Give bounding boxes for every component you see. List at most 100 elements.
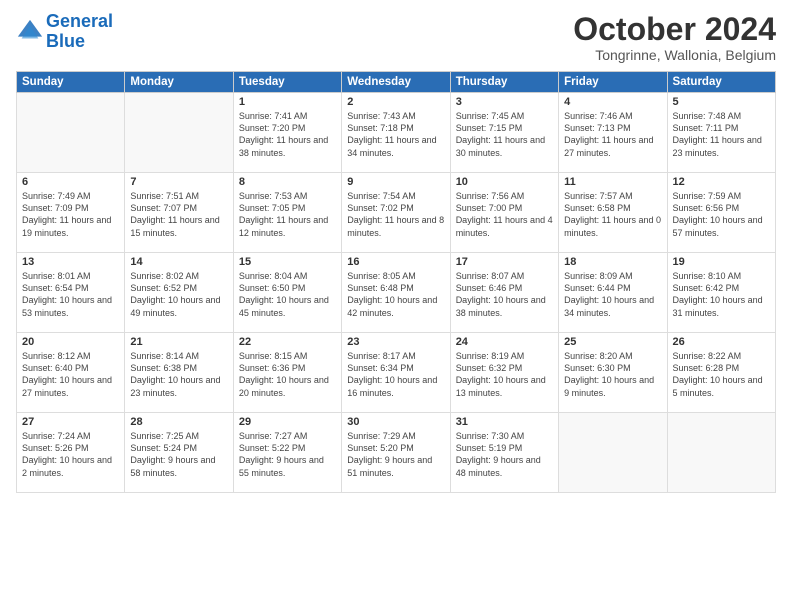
day-number: 19 [673,256,770,268]
day-cell: 3 Sunrise: 7:45 AM Sunset: 7:15 PM Daylig… [450,93,558,173]
day-cell [125,93,233,173]
day-number: 4 [564,96,661,108]
day-number: 11 [564,176,661,188]
day-cell: 10 Sunrise: 7:56 AM Sunset: 7:00 PM Dayli… [450,173,558,253]
day-cell: 8 Sunrise: 7:53 AM Sunset: 7:05 PM Daylig… [233,173,341,253]
day-info: Sunrise: 7:43 AM Sunset: 7:18 PM Dayligh… [347,110,444,159]
day-cell: 30Sunrise: 7:29 AM Sunset: 5:20 PM Dayli… [342,413,450,493]
day-cell: 1 Sunrise: 7:41 AM Sunset: 7:20 PM Daylig… [233,93,341,173]
location: Tongrinne, Wallonia, Belgium [573,47,776,63]
header-row: SundayMondayTuesdayWednesdayThursdayFrid… [17,72,776,93]
week-row-4: 20Sunrise: 8:12 AM Sunset: 6:40 PM Dayli… [17,333,776,413]
day-cell [17,93,125,173]
day-number: 13 [22,256,119,268]
day-info: Sunrise: 7:57 AM Sunset: 6:58 PM Dayligh… [564,190,661,239]
day-info: Sunrise: 8:20 AM Sunset: 6:30 PM Dayligh… [564,350,661,399]
day-cell: 15 Sunrise: 8:04 AM Sunset: 6:50 PM Dayli… [233,253,341,333]
day-info: Sunrise: 7:27 AM Sunset: 5:22 PM Dayligh… [239,430,336,479]
day-cell [559,413,667,493]
day-number: 23 [347,336,444,348]
day-number: 27 [22,416,119,428]
day-cell: 26 Sunrise: 8:22 AM Sunset: 6:28 PM Dayli… [667,333,775,413]
day-cell: 24Sunrise: 8:19 AM Sunset: 6:32 PM Dayli… [450,333,558,413]
week-row-2: 6Sunrise: 7:49 AM Sunset: 7:09 PM Daylig… [17,173,776,253]
day-info: Sunrise: 8:12 AM Sunset: 6:40 PM Dayligh… [22,350,119,399]
col-header-sunday: Sunday [17,72,125,93]
day-info: Sunrise: 7:25 AM Sunset: 5:24 PM Dayligh… [130,430,227,479]
logo-blue: Blue [46,31,85,51]
day-number: 2 [347,96,444,108]
day-info: Sunrise: 8:10 AM Sunset: 6:42 PM Dayligh… [673,270,770,319]
day-info: Sunrise: 7:41 AM Sunset: 7:20 PM Dayligh… [239,110,336,159]
day-info: Sunrise: 8:05 AM Sunset: 6:48 PM Dayligh… [347,270,444,319]
day-number: 26 [673,336,770,348]
day-number: 1 [239,96,336,108]
day-info: Sunrise: 7:53 AM Sunset: 7:05 PM Dayligh… [239,190,336,239]
logo-general: General [46,11,113,31]
day-info: Sunrise: 7:59 AM Sunset: 6:56 PM Dayligh… [673,190,770,239]
day-info: Sunrise: 8:17 AM Sunset: 6:34 PM Dayligh… [347,350,444,399]
day-cell: 7 Sunrise: 7:51 AM Sunset: 7:07 PM Daylig… [125,173,233,253]
day-number: 14 [130,256,227,268]
day-info: Sunrise: 7:24 AM Sunset: 5:26 PM Dayligh… [22,430,119,479]
day-cell: 31 Sunrise: 7:30 AM Sunset: 5:19 PM Dayli… [450,413,558,493]
header: General Blue October 2024 Tongrinne, Wal… [16,12,776,63]
day-number: 15 [239,256,336,268]
day-info: Sunrise: 8:02 AM Sunset: 6:52 PM Dayligh… [130,270,227,319]
day-number: 10 [456,176,553,188]
day-cell: 22Sunrise: 8:15 AM Sunset: 6:36 PM Dayli… [233,333,341,413]
day-info: Sunrise: 7:29 AM Sunset: 5:20 PM Dayligh… [347,430,444,479]
day-info: Sunrise: 7:30 AM Sunset: 5:19 PM Dayligh… [456,430,553,479]
day-info: Sunrise: 8:09 AM Sunset: 6:44 PM Dayligh… [564,270,661,319]
week-row-3: 13Sunrise: 8:01 AM Sunset: 6:54 PM Dayli… [17,253,776,333]
day-cell: 13Sunrise: 8:01 AM Sunset: 6:54 PM Dayli… [17,253,125,333]
day-cell: 6Sunrise: 7:49 AM Sunset: 7:09 PM Daylig… [17,173,125,253]
day-cell: 21Sunrise: 8:14 AM Sunset: 6:38 PM Dayli… [125,333,233,413]
col-header-thursday: Thursday [450,72,558,93]
logo: General Blue [16,12,113,52]
title-block: October 2024 Tongrinne, Wallonia, Belgiu… [573,12,776,63]
day-number: 3 [456,96,553,108]
day-number: 5 [673,96,770,108]
col-header-monday: Monday [125,72,233,93]
week-row-5: 27 Sunrise: 7:24 AM Sunset: 5:26 PM Dayli… [17,413,776,493]
day-number: 7 [130,176,227,188]
col-header-wednesday: Wednesday [342,72,450,93]
day-cell: 5 Sunrise: 7:48 AM Sunset: 7:11 PM Daylig… [667,93,775,173]
day-cell: 28 Sunrise: 7:25 AM Sunset: 5:24 PM Dayli… [125,413,233,493]
day-cell [667,413,775,493]
day-number: 28 [130,416,227,428]
col-header-tuesday: Tuesday [233,72,341,93]
day-cell: 23 Sunrise: 8:17 AM Sunset: 6:34 PM Dayli… [342,333,450,413]
day-number: 6 [22,176,119,188]
day-number: 17 [456,256,553,268]
col-header-friday: Friday [559,72,667,93]
month-title: October 2024 [573,12,776,47]
day-number: 16 [347,256,444,268]
day-info: Sunrise: 8:07 AM Sunset: 6:46 PM Dayligh… [456,270,553,319]
logo-icon [16,18,44,46]
day-cell: 20Sunrise: 8:12 AM Sunset: 6:40 PM Dayli… [17,333,125,413]
day-info: Sunrise: 7:46 AM Sunset: 7:13 PM Dayligh… [564,110,661,159]
day-info: Sunrise: 7:56 AM Sunset: 7:00 PM Dayligh… [456,190,553,239]
day-info: Sunrise: 7:48 AM Sunset: 7:11 PM Dayligh… [673,110,770,159]
col-header-saturday: Saturday [667,72,775,93]
day-cell: 29Sunrise: 7:27 AM Sunset: 5:22 PM Dayli… [233,413,341,493]
day-number: 9 [347,176,444,188]
day-cell: 25Sunrise: 8:20 AM Sunset: 6:30 PM Dayli… [559,333,667,413]
day-number: 8 [239,176,336,188]
day-info: Sunrise: 8:15 AM Sunset: 6:36 PM Dayligh… [239,350,336,399]
day-number: 21 [130,336,227,348]
day-cell: 19 Sunrise: 8:10 AM Sunset: 6:42 PM Dayli… [667,253,775,333]
day-number: 31 [456,416,553,428]
day-cell: 14 Sunrise: 8:02 AM Sunset: 6:52 PM Dayli… [125,253,233,333]
day-cell: 2 Sunrise: 7:43 AM Sunset: 7:18 PM Daylig… [342,93,450,173]
calendar-table: SundayMondayTuesdayWednesdayThursdayFrid… [16,71,776,493]
day-number: 18 [564,256,661,268]
day-info: Sunrise: 7:51 AM Sunset: 7:07 PM Dayligh… [130,190,227,239]
day-info: Sunrise: 7:45 AM Sunset: 7:15 PM Dayligh… [456,110,553,159]
day-info: Sunrise: 8:04 AM Sunset: 6:50 PM Dayligh… [239,270,336,319]
day-info: Sunrise: 8:22 AM Sunset: 6:28 PM Dayligh… [673,350,770,399]
day-cell: 16 Sunrise: 8:05 AM Sunset: 6:48 PM Dayli… [342,253,450,333]
day-cell: 27 Sunrise: 7:24 AM Sunset: 5:26 PM Dayli… [17,413,125,493]
